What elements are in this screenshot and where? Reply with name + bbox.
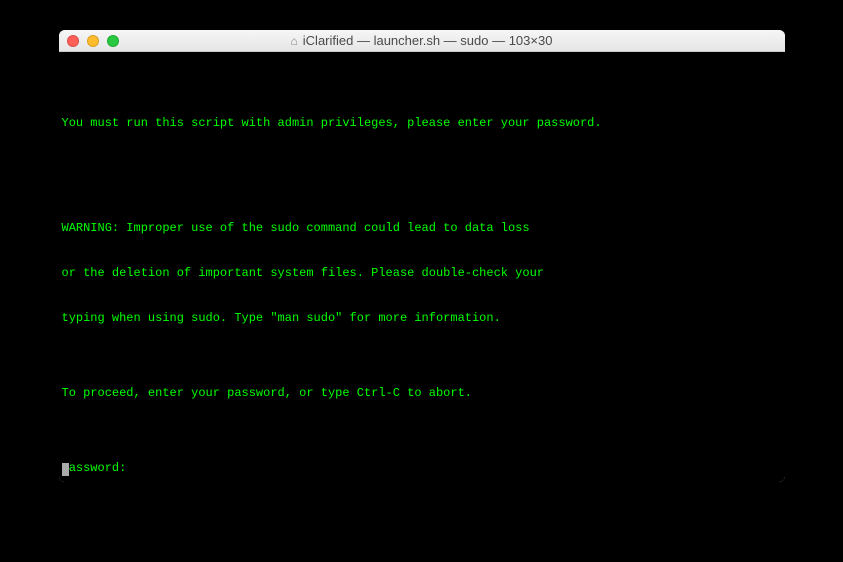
maximize-button[interactable]	[107, 35, 119, 47]
terminal-line: WARNING: Improper use of the sudo comman…	[62, 221, 782, 236]
minimize-button[interactable]	[87, 35, 99, 47]
close-button[interactable]	[67, 35, 79, 47]
terminal-line: or the deletion of important system file…	[62, 266, 782, 281]
password-prompt: Password:	[62, 461, 782, 476]
terminal-line: You must run this script with admin priv…	[62, 116, 782, 131]
terminal-window: ⌂ iClarified — launcher.sh — sudo — 103×…	[59, 30, 785, 482]
window-titlebar[interactable]: ⌂ iClarified — launcher.sh — sudo — 103×…	[59, 30, 785, 52]
window-title: iClarified — launcher.sh — sudo — 103×30	[303, 33, 553, 48]
terminal-cursor	[62, 463, 69, 476]
home-icon: ⌂	[291, 34, 298, 48]
window-controls	[59, 35, 119, 47]
terminal-line: To proceed, enter your password, or type…	[62, 386, 782, 401]
terminal-content[interactable]: You must run this script with admin priv…	[59, 52, 785, 482]
title-wrap: ⌂ iClarified — launcher.sh — sudo — 103×…	[59, 33, 785, 48]
terminal-line: typing when using sudo. Type "man sudo" …	[62, 311, 782, 326]
